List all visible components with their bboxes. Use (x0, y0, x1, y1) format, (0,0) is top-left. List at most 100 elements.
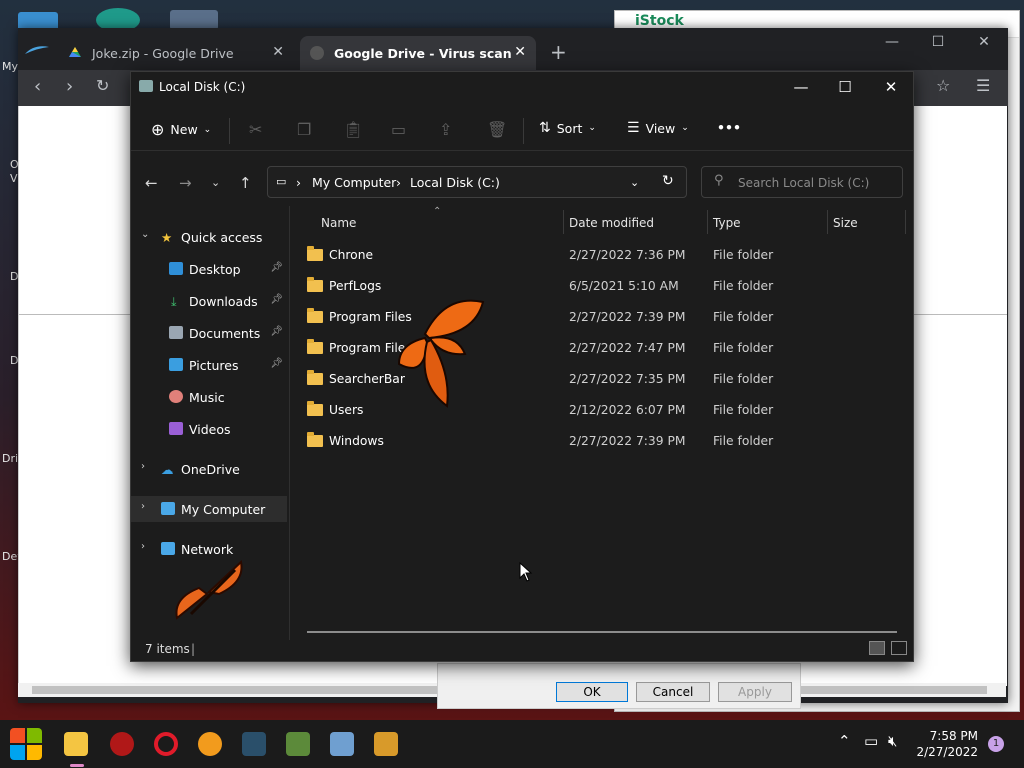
chevron-down-icon[interactable]: ⌄ (141, 229, 149, 240)
chevron-right-icon[interactable]: › (141, 541, 145, 552)
pin-icon[interactable]: 📌︎ (270, 294, 283, 305)
close-tab-icon[interactable]: ✕ (514, 44, 526, 60)
tab-virus-scan-warning[interactable]: Google Drive - Virus scan warn ✕ (300, 36, 536, 70)
close-tab-icon[interactable]: ✕ (272, 44, 284, 60)
taskbar: ⌃ ▭ 🔇︎ 7:58 PM 2/27/2022 1 (0, 720, 1024, 768)
pin-icon[interactable]: 📌︎ (270, 326, 283, 337)
file-row[interactable]: Windows 2/27/2022 7:39 PM File folder (307, 429, 897, 455)
opera-icon[interactable] (154, 732, 178, 756)
back-arrow-icon[interactable]: ← (145, 174, 158, 192)
volume-muted-icon[interactable]: 🔇︎ (888, 732, 897, 750)
breadcrumb-local-disk[interactable]: Local Disk (C:) (410, 175, 500, 190)
ok-button[interactable]: OK (556, 682, 628, 702)
new-button[interactable]: ⊕ New ⌄ (151, 120, 211, 139)
nav-desktop[interactable]: Desktop 📌︎ (131, 256, 287, 282)
column-divider[interactable] (827, 210, 828, 234)
desktop-icon-label[interactable]: Dri (2, 452, 18, 465)
paste-icon[interactable]: 📋︎ (343, 120, 363, 139)
close-icon[interactable]: ✕ (871, 76, 911, 98)
chevron-up-icon[interactable]: ⌃ (838, 732, 851, 750)
sort-button[interactable]: ⇅ Sort ⌄ (539, 120, 596, 136)
file-type: File folder (713, 248, 774, 262)
column-header-type[interactable]: Type (713, 216, 741, 230)
column-header-size[interactable]: Size (833, 216, 858, 230)
forward-icon[interactable]: › (66, 76, 73, 97)
tab-joke-zip[interactable]: Joke.zip - Google Drive ✕ (58, 36, 294, 70)
address-dropdown-icon[interactable]: ⌄ (630, 176, 639, 189)
cancel-button[interactable]: Cancel (636, 682, 710, 702)
tab-strip: Joke.zip - Google Drive ✕ Google Drive -… (18, 28, 1008, 70)
address-row: ← → ⌄ ↑ ▭ › My Computer › Local Disk (C:… (131, 166, 913, 202)
minimize-icon[interactable]: — (870, 28, 914, 58)
desktop-icon-label[interactable]: V (10, 172, 18, 185)
file-row[interactable]: Chrone 2/27/2022 7:36 PM File folder (307, 243, 897, 269)
nav-videos[interactable]: Videos (131, 416, 287, 442)
nav-downloads[interactable]: ⤓ Downloads 📌︎ (131, 288, 287, 314)
chevron-right-icon[interactable]: › (141, 461, 145, 472)
sort-up-icon: ⌃ (433, 206, 442, 217)
malware-app-icon[interactable] (110, 732, 134, 756)
windows-start-icon[interactable] (10, 728, 42, 760)
network-tray-icon[interactable]: ▭ (864, 732, 878, 750)
recent-chevron-icon[interactable]: ⌄ (211, 176, 220, 189)
column-divider[interactable] (563, 210, 564, 234)
download-icon: ⤓ (171, 294, 177, 309)
search-input[interactable] (736, 173, 900, 193)
delete-icon[interactable]: 🗑︎ (487, 120, 507, 139)
view-label: View (645, 120, 676, 136)
minecraft-icon[interactable] (286, 732, 310, 756)
more-options-button[interactable]: ••• (717, 120, 741, 135)
clock[interactable]: 7:58 PM 2/27/2022 (916, 728, 978, 760)
pin-icon[interactable]: 📌︎ (270, 262, 283, 273)
refresh-icon[interactable]: ↻ (662, 173, 674, 189)
reload-icon[interactable]: ↻ (96, 76, 109, 95)
details-view-icon[interactable] (869, 641, 885, 655)
nav-documents[interactable]: Documents 📌︎ (131, 320, 287, 346)
breadcrumb-my-computer[interactable]: My Computer (312, 175, 396, 190)
back-icon[interactable]: ‹ (34, 76, 41, 97)
apply-button[interactable]: Apply (718, 682, 792, 702)
new-tab-button[interactable]: + (550, 40, 567, 64)
search-box[interactable]: ⚲ (701, 166, 903, 198)
file-date: 2/27/2022 7:36 PM (569, 248, 686, 262)
monitor-app-icon[interactable] (330, 732, 354, 756)
nav-label: My Computer (181, 502, 266, 517)
settings-sliders-icon[interactable]: ☰ (976, 76, 990, 95)
nav-label: OneDrive (181, 462, 240, 477)
column-divider[interactable] (905, 210, 906, 234)
cut-icon[interactable]: ✂ (249, 120, 262, 139)
nav-onedrive[interactable]: › ☁ OneDrive (131, 456, 287, 482)
maximize-icon[interactable]: ☐ (916, 28, 960, 58)
pin-icon[interactable]: 📌︎ (270, 358, 283, 369)
view-button[interactable]: ☰ View ⌄ (627, 120, 689, 136)
desktop-icon-label[interactable]: My (2, 60, 18, 73)
browser-shield-icon[interactable] (198, 732, 222, 756)
maximize-icon[interactable]: ☐ (825, 76, 865, 98)
desktop-app-icon[interactable] (170, 10, 218, 30)
nav-pictures[interactable]: Pictures 📌︎ (131, 352, 287, 378)
tab-title: Joke.zip - Google Drive (92, 45, 234, 61)
horizontal-scrollbar[interactable] (307, 631, 897, 633)
lock-app-icon[interactable] (374, 732, 398, 756)
nav-quick-access[interactable]: ⌄ ★ Quick access (131, 224, 287, 250)
nav-music[interactable]: Music (131, 384, 287, 410)
nav-label: Downloads (189, 294, 258, 309)
bird-app-icon[interactable] (242, 732, 266, 756)
address-bar[interactable]: ▭ › My Computer › Local Disk (C:) ⌄ ↻ (267, 166, 687, 198)
bookmark-star-icon[interactable]: ☆ (936, 76, 950, 95)
column-header-name[interactable]: Name (321, 216, 356, 230)
copy-icon[interactable]: ❐ (297, 120, 311, 139)
share-icon[interactable]: ⇪ (439, 120, 452, 139)
tiles-view-icon[interactable] (891, 641, 907, 655)
up-arrow-icon[interactable]: ↑ (239, 174, 252, 192)
forward-arrow-icon[interactable]: → (179, 174, 192, 192)
close-window-icon[interactable]: ✕ (962, 28, 1006, 58)
column-divider[interactable] (707, 210, 708, 234)
nav-my-computer[interactable]: › My Computer (131, 496, 287, 522)
file-explorer-icon[interactable] (64, 732, 88, 756)
rename-icon[interactable]: ▭ (391, 120, 406, 139)
column-header-date[interactable]: Date modified (569, 216, 654, 230)
minimize-icon[interactable]: — (781, 76, 821, 98)
chevron-right-icon[interactable]: › (141, 501, 145, 512)
notification-badge[interactable]: 1 (988, 736, 1004, 752)
